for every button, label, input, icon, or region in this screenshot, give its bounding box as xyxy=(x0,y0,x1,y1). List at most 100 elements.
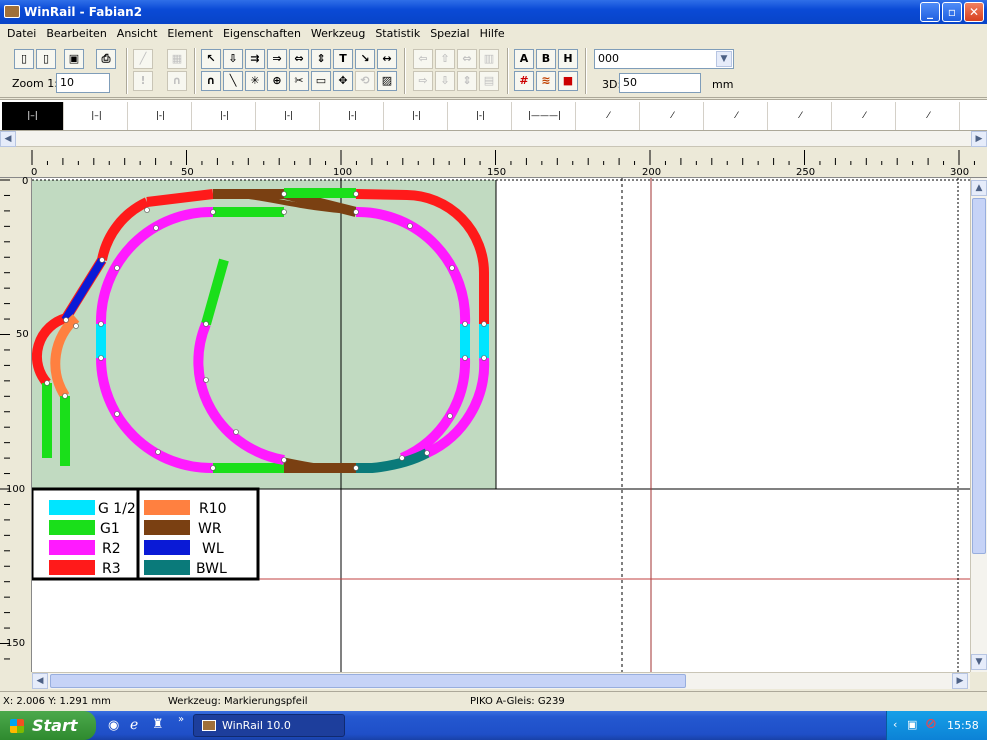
cross-icon[interactable]: ✳ xyxy=(245,71,265,91)
menu-element[interactable]: Element xyxy=(167,27,213,40)
landscape-icon[interactable]: ▨ xyxy=(377,71,397,91)
legend-swatch-wr xyxy=(144,520,190,535)
track-join-icon[interactable]: ⇉ xyxy=(245,49,265,69)
chevron-down-icon[interactable]: ▼ xyxy=(716,51,732,67)
line-icon[interactable]: ╲ xyxy=(223,71,243,91)
track-item[interactable]: |–| xyxy=(66,102,128,130)
text-h-button[interactable]: H xyxy=(558,49,578,69)
chevron-right-icon[interactable]: » xyxy=(178,714,184,725)
layout-canvas[interactable]: G 1/2 G1 R2 R3 R10 WR WL BWL xyxy=(32,178,970,672)
menu-ansicht[interactable]: Ansicht xyxy=(117,27,158,40)
new-file-icon[interactable]: ▯ xyxy=(14,49,34,69)
menu-werkzeug[interactable]: Werkzeug xyxy=(311,27,365,40)
vertical-scrollbar[interactable]: ▲ ▼ xyxy=(970,178,987,672)
exclamation-icon[interactable]: ! xyxy=(133,71,153,91)
vertical-scroll-thumb[interactable] xyxy=(972,198,986,554)
scroll-left-icon[interactable]: ◀ xyxy=(0,131,16,147)
open-file-icon[interactable]: ▯ xyxy=(36,49,56,69)
track-item[interactable]: ⁄ xyxy=(706,102,768,130)
zoom-icon[interactable]: ⊕ xyxy=(267,71,287,91)
chevron-left-icon[interactable]: ‹ xyxy=(893,718,897,731)
start-button[interactable]: Start xyxy=(0,711,96,740)
track-item-selected[interactable]: |–| xyxy=(2,102,64,130)
quicklaunch-icon[interactable]: ♜ xyxy=(152,717,164,732)
ie-icon[interactable]: ℯ xyxy=(130,717,138,733)
quicklaunch-icon[interactable]: ◉ xyxy=(108,718,119,733)
move-icon[interactable]: ✥ xyxy=(333,71,353,91)
bars-icon[interactable]: ▥ xyxy=(479,49,499,69)
menu-datei[interactable]: Datei xyxy=(7,27,36,40)
layer-select[interactable]: 000 xyxy=(594,49,734,69)
close-button[interactable]: ✕ xyxy=(964,2,984,22)
track-vertical-icon[interactable]: ⇕ xyxy=(311,49,331,69)
pencil-icon[interactable]: ╱ xyxy=(133,49,153,69)
track-item[interactable]: |———| xyxy=(514,102,576,130)
track-item[interactable]: ⁄ xyxy=(578,102,640,130)
measure-icon[interactable]: ↔ xyxy=(377,49,397,69)
layout-drawing[interactable] xyxy=(32,178,970,672)
arrow-down-icon[interactable]: ⇩ xyxy=(435,71,455,91)
save-icon[interactable]: ▣ xyxy=(64,49,84,69)
text-tool-icon[interactable]: T xyxy=(333,49,353,69)
menu-bar: Datei Bearbeiten Ansicht Element Eigensc… xyxy=(0,24,987,44)
connect-icon[interactable]: ▭ xyxy=(311,71,331,91)
maximize-button[interactable]: ▫ xyxy=(942,2,962,22)
joint xyxy=(153,225,159,231)
horizontal-scroll-thumb[interactable] xyxy=(50,674,686,688)
track-item[interactable]: |-| xyxy=(450,102,512,130)
arrow-left-icon[interactable]: ⇦ xyxy=(413,49,433,69)
print-icon[interactable]: ⎙ xyxy=(96,49,116,69)
minimize-button[interactable]: _ xyxy=(920,2,940,22)
text-b-button[interactable]: B xyxy=(536,49,556,69)
grid-select-icon[interactable]: ▦ xyxy=(167,49,187,69)
menu-hilfe[interactable]: Hilfe xyxy=(480,27,505,40)
track-item[interactable]: |-| xyxy=(130,102,192,130)
zoom-input[interactable]: 10 xyxy=(56,73,110,93)
track-item[interactable]: ⁄ xyxy=(834,102,896,130)
joint xyxy=(114,411,120,417)
scissors-icon[interactable]: ✂ xyxy=(289,71,309,91)
antivirus-icon[interactable]: ⊘ xyxy=(925,716,937,732)
bars-vertical-icon[interactable]: ▤ xyxy=(479,71,499,91)
three-d-input[interactable]: 50 xyxy=(619,73,701,93)
horizontal-scrollbar[interactable]: ◀ ▶ xyxy=(32,672,970,689)
scroll-left-icon[interactable]: ◀ xyxy=(32,673,48,689)
network-icon[interactable]: ▣ xyxy=(907,718,917,731)
track-strip-scrollbar[interactable]: ◀ ▶ xyxy=(0,131,987,147)
track-right-icon[interactable]: ⇒ xyxy=(267,49,287,69)
tunnel-tool-icon[interactable]: ∩ xyxy=(201,71,221,91)
track-both-icon[interactable]: ⇔ xyxy=(289,49,309,69)
menu-statistik[interactable]: Statistik xyxy=(375,27,420,40)
scroll-right-icon[interactable]: ▶ xyxy=(952,673,968,689)
menu-eigenschaften[interactable]: Eigenschaften xyxy=(223,27,301,40)
tunnel-icon[interactable]: ∩ xyxy=(167,71,187,91)
scroll-up-icon[interactable]: ▲ xyxy=(971,180,987,196)
joint xyxy=(399,455,405,461)
track-item[interactable]: ⁄ xyxy=(642,102,704,130)
select-arrow-icon[interactable]: ↖ xyxy=(201,49,221,69)
legend-label: R2 xyxy=(102,541,121,557)
track-item[interactable]: |-| xyxy=(322,102,384,130)
legend-label: G 1/2 xyxy=(98,501,136,517)
arrow-ud-icon[interactable]: ⇕ xyxy=(457,71,477,91)
arrow-up-icon[interactable]: ⇧ xyxy=(435,49,455,69)
grid-icon[interactable]: # xyxy=(514,71,534,91)
scroll-down-icon[interactable]: ▼ xyxy=(971,654,987,670)
taskbar-item-winrail[interactable]: WinRail 10.0 xyxy=(193,714,345,737)
text-a-button[interactable]: A xyxy=(514,49,534,69)
line-tool-icon[interactable]: ↘ xyxy=(355,49,375,69)
menu-bearbeiten[interactable]: Bearbeiten xyxy=(46,27,106,40)
layers-icon[interactable]: ≋ xyxy=(536,71,556,91)
arrow-lr-icon[interactable]: ⇔ xyxy=(457,49,477,69)
menu-spezial[interactable]: Spezial xyxy=(430,27,469,40)
track-item[interactable]: |-| xyxy=(194,102,256,130)
track-down-icon[interactable]: ⇩ xyxy=(223,49,243,69)
track-item[interactable]: ⁄ xyxy=(898,102,960,130)
track-item[interactable]: |-| xyxy=(258,102,320,130)
scroll-right-icon[interactable]: ▶ xyxy=(971,131,987,147)
track-item[interactable]: ⁄ xyxy=(770,102,832,130)
track-item[interactable]: |-| xyxy=(386,102,448,130)
color-icon[interactable]: ■ xyxy=(558,71,578,91)
rotate-icon[interactable]: ⟲ xyxy=(355,71,375,91)
arrow-right-icon[interactable]: ⇨ xyxy=(413,71,433,91)
